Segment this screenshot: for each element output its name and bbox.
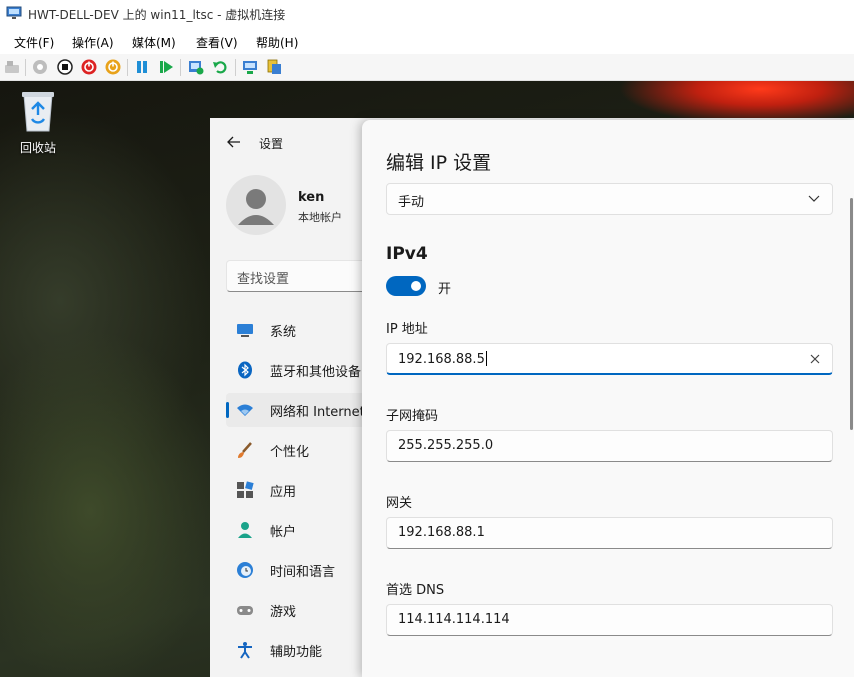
- menu-view[interactable]: 查看(V): [196, 34, 238, 51]
- menu-bar: 文件(F) 操作(A) 媒体(M) 查看(V) 帮助(H): [0, 28, 854, 54]
- window-title: HWT-DELL-DEV 上的 win11_ltsc - 虚拟机连接: [28, 8, 286, 22]
- toolbar-separator: [127, 59, 128, 76]
- recycle-bin[interactable]: 回收站: [12, 89, 64, 156]
- clock-globe-icon: [237, 562, 253, 578]
- toolbar-separator: [180, 59, 181, 76]
- back-arrow-icon[interactable]: [226, 134, 242, 150]
- ipv4-toggle[interactable]: [386, 276, 426, 296]
- text-caret: [485, 351, 487, 366]
- ip-mode-value: 手动: [398, 195, 425, 210]
- nav-item-label: 网络和 Internet: [270, 405, 365, 420]
- gateway-label: 网关: [386, 496, 413, 511]
- gamepad-icon: [237, 606, 253, 615]
- menu-help[interactable]: 帮助(H): [256, 34, 298, 51]
- checkpoint-icon[interactable]: [188, 59, 204, 75]
- person-icon: [238, 522, 252, 538]
- recycle-bin-icon: [22, 92, 54, 132]
- ip-address-label: IP 地址: [386, 322, 428, 337]
- user-icon: [238, 189, 274, 225]
- subnet-mask-value: 255.255.255.0: [398, 438, 494, 453]
- brush-icon: [238, 442, 252, 458]
- vm-connection-icon: [6, 6, 22, 19]
- menu-media[interactable]: 媒体(M): [132, 34, 176, 51]
- wifi-icon: [237, 404, 253, 416]
- shut-down-icon[interactable]: [81, 59, 97, 75]
- account-type: 本地帐户: [298, 211, 342, 224]
- gateway-field[interactable]: 192.168.88.1: [386, 517, 833, 549]
- user-name: ken: [298, 190, 325, 205]
- resume-icon[interactable]: [158, 59, 174, 75]
- toolbar-separator: [25, 59, 26, 76]
- preferred-dns-value: 114.114.114.114: [398, 612, 510, 627]
- nav-item-label: 游戏: [270, 605, 297, 620]
- ipv4-toggle-label: 开: [438, 282, 452, 297]
- power-icon[interactable]: [105, 59, 121, 75]
- subnet-mask-field[interactable]: 255.255.255.0: [386, 430, 833, 462]
- ip-mode-dropdown[interactable]: 手动: [386, 183, 833, 215]
- selection-indicator: [226, 402, 229, 418]
- pause-icon[interactable]: [134, 59, 150, 75]
- window-title-bar: HWT-DELL-DEV 上的 win11_ltsc - 虚拟机连接: [0, 0, 854, 28]
- start-icon[interactable]: [32, 59, 48, 75]
- nav-item-label: 应用: [270, 485, 297, 500]
- chevron-down-icon: [808, 195, 820, 202]
- bluetooth-icon: [238, 361, 252, 379]
- nav-item-label: 时间和语言: [270, 565, 336, 580]
- clear-icon[interactable]: [808, 352, 822, 366]
- accessibility-icon: [238, 642, 252, 659]
- dialog-title: 编辑 IP 设置: [386, 152, 492, 174]
- menu-action[interactable]: 操作(A): [72, 34, 114, 51]
- nav-item-label: 个性化: [270, 445, 310, 460]
- nav-item-label: 系统: [270, 325, 297, 340]
- subnet-mask-label: 子网掩码: [386, 409, 439, 424]
- nav-item-label: 蓝牙和其他设备: [270, 365, 362, 380]
- nav-item-label: 辅助功能: [270, 645, 323, 660]
- toolbar: [0, 54, 854, 81]
- avatar[interactable]: [226, 175, 286, 235]
- nav-item-label: 帐户: [270, 525, 297, 540]
- preferred-dns-label: 首选 DNS: [386, 583, 445, 598]
- ip-address-value: 192.168.88.5: [398, 352, 485, 367]
- ip-address-field[interactable]: 192.168.88.5: [386, 343, 833, 375]
- share-icon[interactable]: [266, 59, 282, 75]
- toolbar-separator: [235, 59, 236, 76]
- toggle-knob: [411, 281, 421, 291]
- ipv4-section-title: IPv4: [386, 244, 428, 264]
- gateway-value: 192.168.88.1: [398, 525, 485, 540]
- search-placeholder: 查找设置: [237, 272, 290, 287]
- monitor-icon: [237, 324, 253, 337]
- edit-ip-dialog: 编辑 IP 设置 手动 IPv4 开 IP 地址 192.168.88.5 子网…: [362, 120, 854, 677]
- revert-icon[interactable]: [212, 59, 228, 75]
- settings-title: 设置: [259, 137, 284, 151]
- enhanced-session-icon[interactable]: [242, 59, 258, 75]
- turn-off-icon[interactable]: [57, 59, 73, 75]
- ctrl-alt-del-icon[interactable]: [4, 59, 20, 75]
- preferred-dns-field[interactable]: 114.114.114.114: [386, 604, 833, 636]
- dialog-scrollbar[interactable]: [850, 198, 853, 430]
- apps-icon: [237, 481, 254, 498]
- menu-file[interactable]: 文件(F): [14, 34, 54, 51]
- recycle-bin-label: 回收站: [19, 141, 56, 155]
